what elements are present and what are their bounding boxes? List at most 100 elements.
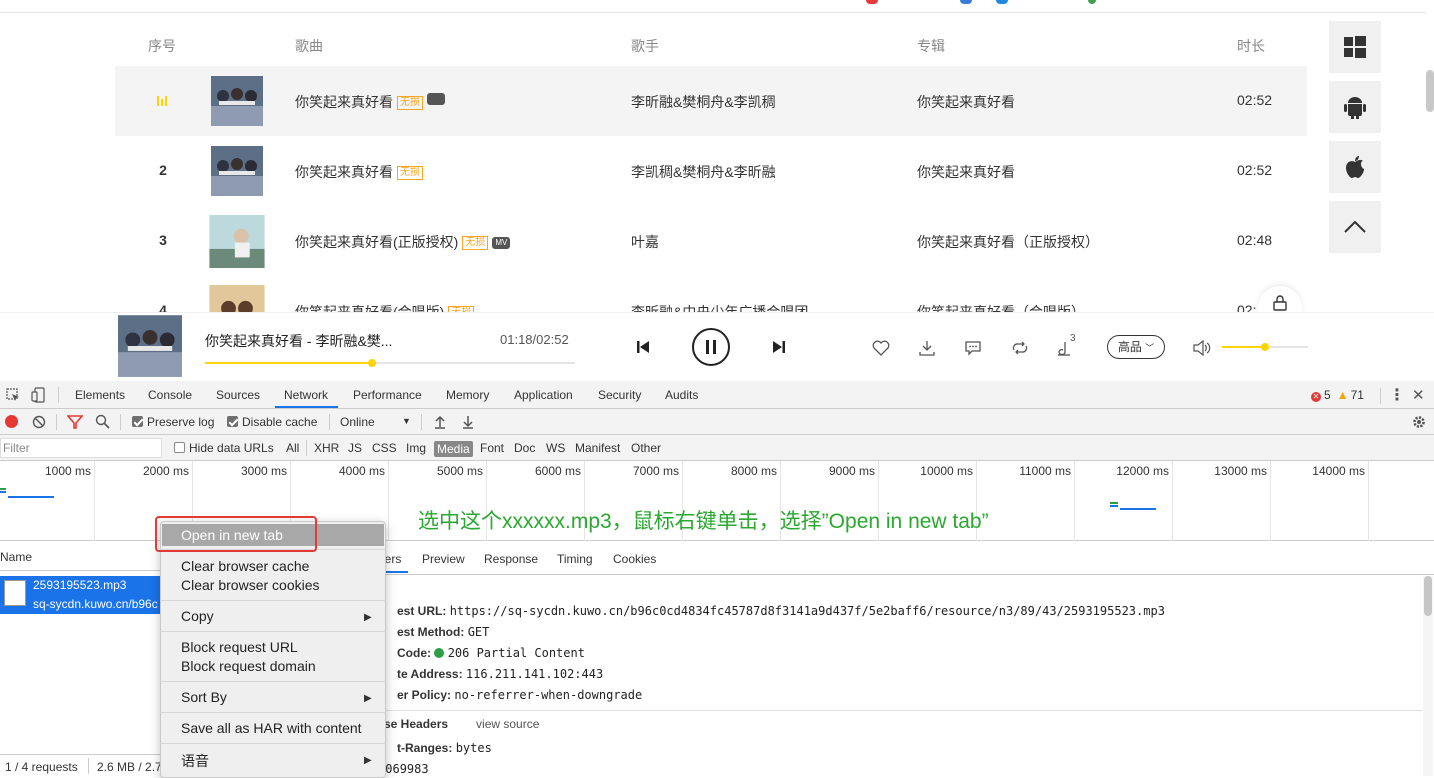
header-value[interactable]: https://sq-sycdn.kuwo.cn/b96c0cd4834fc45… [450,604,1165,618]
filter-type-other[interactable]: Other [631,441,661,455]
song-album[interactable]: 你笑起来真好看 [917,162,1015,182]
filter-type-xhr[interactable]: XHR [314,441,339,455]
filter-type-css[interactable]: CSS [372,441,397,455]
request-filename[interactable]: 2593195523.mp3 [33,578,126,592]
more-options-icon[interactable]: ⋮ [1389,385,1405,405]
hide-data-urls-checkbox[interactable]: Hide data URLs [174,441,274,455]
filter-input[interactable]: Filter [0,438,162,458]
song-artist[interactable]: 李昕融&樊桐舟&李凯稠 [631,92,776,112]
mv-badge[interactable]: MV [492,237,510,249]
album-cover[interactable] [209,285,265,312]
tab-elements[interactable]: Elements [75,388,125,402]
filter-icon[interactable] [67,415,83,429]
header-value[interactable]: 206 Partial Content [448,646,585,660]
now-playing-cover[interactable] [118,315,182,377]
song-name[interactable]: 你笑起来真好看 [295,94,393,110]
menu-item-sort-by[interactable]: Sort By [181,689,227,705]
filter-type-all[interactable]: All [286,441,299,455]
loop-mode-button[interactable] [1009,337,1031,359]
filter-type-media[interactable]: Media [434,441,473,457]
tab-preview[interactable]: Preview [422,552,465,566]
tab-response[interactable]: Response [484,552,538,566]
view-source-link[interactable]: view source [476,717,539,731]
tab-console[interactable]: Console [148,388,192,402]
next-button[interactable] [768,336,790,358]
close-devtools-icon[interactable]: ✕ [1412,386,1425,404]
header-value[interactable]: GET [468,625,490,639]
menu-item-speech[interactable]: 语音 [181,751,209,771]
album-cover[interactable] [211,146,263,196]
song-title[interactable]: 你笑起来真好看无损 [295,92,445,112]
record-icon[interactable] [5,415,18,428]
clear-icon[interactable] [32,415,46,429]
page-scrollbar[interactable] [1426,70,1434,112]
progress-handle[interactable] [368,359,376,367]
filter-type-js[interactable]: JS [348,441,362,455]
response-headers-section[interactable]: se Headersview source [384,717,539,731]
device-toolbar-icon[interactable] [31,387,45,403]
menu-item-block-domain[interactable]: Block request domain [181,658,316,674]
song-row[interactable]: 你笑起来真好看无损 李昕融&樊桐舟&李凯稠 你笑起来真好看 02:52 [115,66,1307,136]
now-playing-title[interactable]: 你笑起来真好看 - 李昕融&樊... [205,331,392,351]
song-album[interactable]: 你笑起来真好看（合唱版） [917,302,1085,312]
album-cover[interactable] [209,215,265,268]
inspect-element-icon[interactable] [6,388,20,402]
song-title[interactable]: 你笑起来真好看无损 [295,162,423,182]
song-album[interactable]: 你笑起来真好看（正版授权） [917,232,1099,252]
header-value[interactable]: 116.211.141.102:443 [466,667,603,681]
song-row[interactable]: 3 你笑起来真好看(正版授权)无损MV 叶嘉 你笑起来真好看（正版授权） 02:… [115,206,1307,276]
menu-item-clear-cache[interactable]: Clear browser cache [181,558,309,574]
song-name[interactable]: 你笑起来真好看 [295,164,393,180]
filter-type-img[interactable]: Img [406,441,426,455]
tab-audits[interactable]: Audits [665,388,698,402]
filter-type-ws[interactable]: WS [546,441,565,455]
tab-cookies[interactable]: Cookies [613,552,656,566]
comment-button[interactable] [962,337,984,359]
search-icon[interactable] [95,414,110,429]
volume-handle[interactable] [1261,343,1269,351]
disable-cache-checkbox[interactable]: Disable cache [227,415,317,429]
pause-button[interactable] [692,328,730,366]
tab-timing[interactable]: Timing [557,552,593,566]
menu-item-save-har[interactable]: Save all as HAR with content [181,720,362,736]
throttling-select[interactable]: Online▼ [340,415,412,429]
album-cover[interactable] [211,76,263,126]
android-download-button[interactable] [1329,81,1381,133]
windows-download-button[interactable] [1329,21,1381,73]
mv-icon[interactable] [427,93,445,105]
song-row[interactable]: 2 你笑起来真好看无损 李凯稠&樊桐舟&李昕融 你笑起来真好看 02:52 [115,136,1307,206]
header-value[interactable]: no-referrer-when-downgrade [454,688,642,702]
song-artist[interactable]: 李昕融&中央少年广播合唱团 [631,302,808,312]
playlist-button[interactable]: 3 [1055,333,1079,359]
detail-scrollbar[interactable] [1423,576,1433,776]
download-button[interactable] [916,337,938,359]
menu-item-block-url[interactable]: Block request URL [181,639,298,655]
apple-download-button[interactable] [1329,141,1381,193]
song-row[interactable]: 4 你笑起来真好看(合唱版)无损 李昕融&中央少年广播合唱团 你笑起来真好看（合… [115,276,1307,312]
previous-button[interactable] [632,336,654,358]
preserve-log-checkbox[interactable]: Preserve log [132,415,214,429]
export-har-icon[interactable] [462,415,474,429]
menu-item-copy[interactable]: Copy [181,608,214,624]
tab-application[interactable]: Application [514,388,573,402]
tab-performance[interactable]: Performance [353,388,422,402]
song-title[interactable]: 你笑起来真好看(合唱版)无损 [295,302,474,312]
song-title[interactable]: 你笑起来真好看(正版授权)无损MV [295,232,510,252]
like-button[interactable] [870,337,892,359]
quality-select[interactable]: 高品 ﹀ [1107,335,1165,359]
tab-security[interactable]: Security [598,388,641,402]
import-har-icon[interactable] [434,415,446,429]
back-to-top-button[interactable] [1329,201,1381,253]
filter-type-font[interactable]: Font [480,441,504,455]
menu-item-clear-cookies[interactable]: Clear browser cookies [181,577,320,593]
settings-gear-icon[interactable] [1411,414,1427,430]
tab-sources[interactable]: Sources [216,388,260,402]
song-album[interactable]: 你笑起来真好看 [917,92,1015,112]
song-artist[interactable]: 李凯稠&樊桐舟&李昕融 [631,162,776,182]
volume-button[interactable] [1192,338,1212,358]
song-name[interactable]: 你笑起来真好看(正版授权) [295,234,458,250]
song-artist[interactable]: 叶嘉 [631,232,659,252]
song-name[interactable]: 你笑起来真好看(合唱版) [295,304,444,312]
issue-counts[interactable]: ✕5▲71 [1311,388,1364,402]
tab-memory[interactable]: Memory [446,388,489,402]
